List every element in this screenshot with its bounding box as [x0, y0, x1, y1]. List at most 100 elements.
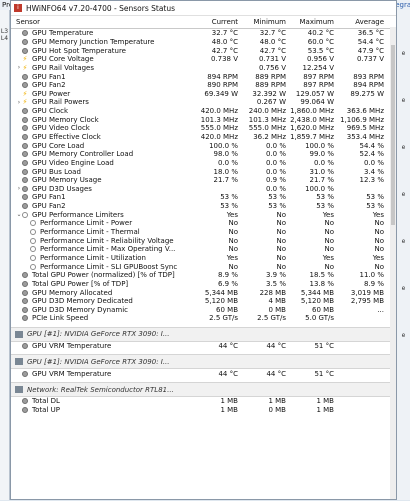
sensor-label: GPU Video Clock [32, 124, 90, 133]
sensor-row[interactable]: GPU Hot Spot Temperature 42.7 °C 42.7 °C 53… [11, 46, 396, 55]
sensor-row[interactable]: Performance Limit - Reliability Voltage N… [11, 236, 396, 245]
value-average: 12.3 % [359, 176, 384, 185]
sensor-row[interactable]: GPU Memory Usage 21.7 % 0.9 % 21.7 % 12.3 % [11, 176, 396, 185]
value-minimum: 555.0 MHz [248, 124, 286, 133]
sensor-icon [22, 142, 28, 149]
value-minimum: 0.0 % [265, 150, 286, 159]
value-average: 36.5 °C [357, 29, 384, 38]
sensor-label: GPU Rail Voltages [32, 63, 95, 72]
value-minimum: 44 °C [266, 369, 286, 378]
sensor-row[interactable]: Total GPU Power [% of TDP] 6.9 % 3.5 % 13.8… [11, 280, 396, 289]
value-current: 2.5 GT/s [209, 314, 238, 323]
sensor-row[interactable]: GPU Effective Clock 420.0 MHz 36.2 MHz 1,85… [11, 133, 396, 142]
header-maximum[interactable]: Maximum [290, 18, 338, 26]
sensor-cell: GPU Clock [11, 107, 194, 115]
value-minimum: 0.0 % [265, 158, 286, 167]
sensor-label: GPU Effective Clock [32, 133, 101, 141]
value-average: 11.0 % [359, 271, 384, 280]
value-maximum: 99.0 % [309, 150, 334, 159]
sensor-row[interactable]: GPU Fan1 53 % 53 % 53 % 53 % [11, 193, 396, 202]
vertical-scrollbar[interactable] [390, 27, 396, 499]
sensor-icon [22, 38, 28, 45]
sensor-row[interactable]: GPU Bus Load 18.0 % 0.0 % 31.0 % 3.4 % [11, 167, 396, 176]
sensor-row[interactable]: GPU Fan2 890 RPM 889 RPM 897 RPM 894 RPM [11, 81, 396, 90]
sensor-row[interactable]: GPU Memory Allocated 5,344 MB 228 MB 5,344 … [11, 288, 396, 297]
value-current: 60 MB [216, 305, 238, 314]
sensor-row[interactable]: Performance Limit - Thermal No No No No [11, 228, 396, 237]
sensor-row[interactable]: GPU Fan1 894 RPM 889 RPM 897 RPM 893 RPM [11, 72, 396, 81]
sensor-row[interactable]: Performance Limit - Power No No No No [11, 219, 396, 228]
sensor-cell: GPU Hot Spot Temperature [11, 47, 194, 55]
sensor-row[interactable]: GPU Video Clock 555.0 MHz 555.0 MHz 1,620.0… [11, 124, 396, 133]
value-average: 969.5 MHz [346, 124, 384, 133]
sensor-row[interactable]: Performance Limit - Utilization Yes No Yes Y… [11, 254, 396, 263]
sensor-row[interactable]: Total GPU Power (normalized) [% of TDP] 8… [11, 271, 396, 280]
sensor-row[interactable]: Total UP 1 MB 0 MB 1 MB [11, 406, 396, 415]
sensor-row[interactable]: Total DL 1 MB 1 MB 1 MB [11, 397, 396, 406]
header-average[interactable]: Average [338, 18, 394, 26]
sensor-group-header[interactable]: GPU [#1]: NVIDIA GeForce RTX 3090: I... [11, 354, 396, 370]
sensor-group-title: GPU [#1]: NVIDIA GeForce RTX 3090: I... [27, 330, 170, 339]
sensor-row[interactable]: GPU Temperature 32.7 °C 32.7 °C 40.2 °C 36.5… [11, 29, 396, 38]
sensor-row[interactable]: PCIe Link Speed 2.5 GT/s 2.5 GT/s 5.0 GT/s [11, 314, 396, 323]
background-letter: e [401, 191, 406, 198]
sensor-icon [22, 289, 28, 296]
value-average: 0.737 V [356, 55, 384, 64]
lightning-icon: ⚡ [22, 55, 28, 64]
lightning-icon: ⚡ [22, 89, 28, 98]
header-minimum[interactable]: Minimum [242, 18, 290, 26]
sensor-row[interactable]: GPU VRM Temperature 44 °C 44 °C 51 °C [11, 369, 396, 378]
sensor-row[interactable]: GPU Memory Controller Load 98.0 % 0.0 % 99.… [11, 150, 396, 159]
sensor-row[interactable]: › GPU D3D Usages 0.0 % 100.0 % [11, 185, 396, 194]
value-maximum: 5,344 MB [300, 288, 334, 297]
value-minimum: 889 RPM [255, 72, 286, 81]
window-title: HWiNFO64 v7.20-4700 - Sensors Status [26, 3, 176, 13]
value-maximum: 18.5 % [309, 271, 334, 280]
sensor-cell: GPU VRM Temperature [11, 342, 194, 350]
sensor-cell: Performance Limit - Utilization [11, 254, 194, 262]
sensor-row[interactable]: ⚡ GPU Power 69.349 W 32.392 W 129.057 W 89.27… [11, 89, 396, 98]
sensor-row[interactable]: Performance Limit - SLI GPUBoost Sync No N… [11, 262, 396, 271]
value-average: 54.4 % [359, 141, 384, 150]
sensor-row[interactable]: GPU VRM Temperature 44 °C 44 °C 51 °C [11, 342, 396, 351]
value-current: 101.3 MHz [200, 115, 238, 124]
sensor-row[interactable]: GPU D3D Memory Dynamic 60 MB 0 MB 60 MB... [11, 306, 396, 315]
sensor-row[interactable]: GPU D3D Memory Dedicated 5,120 MB 4 MB 5,12… [11, 297, 396, 306]
sensor-icon [22, 82, 28, 89]
value-current: 53 % [220, 193, 238, 202]
sensor-group-header[interactable]: Network: RealTek Semiconductor RTL81... [11, 382, 396, 398]
value-average: Yes [372, 210, 384, 219]
value-current: No [228, 219, 238, 228]
sensor-cell: GPU Core Load [11, 142, 194, 150]
header-current[interactable]: Current [194, 18, 242, 26]
sensor-row[interactable]: GPU Clock 420.0 MHz 240.0 MHz 1,860.0 MHz 36… [11, 107, 396, 116]
scrollbar-thumb[interactable] [391, 45, 395, 225]
value-current: 98.0 % [213, 150, 238, 159]
value-average: 8.9 % [363, 279, 384, 288]
sensor-icon [22, 159, 28, 166]
value-minimum: 3.9 % [265, 271, 286, 280]
sensor-row[interactable]: › ⚡ GPU Rail Voltages 0.756 V 12.254 V [11, 64, 396, 73]
value-minimum: 0 MB [268, 305, 286, 314]
value-maximum: 0.0 % [313, 158, 334, 167]
header-sensor[interactable]: Sensor [11, 18, 194, 26]
value-maximum: No [324, 245, 334, 254]
value-minimum: 0.267 W [256, 98, 286, 107]
sensor-row[interactable]: GPU Core Load 100.0 % 0.0 % 100.0 % 54.4 % [11, 141, 396, 150]
value-minimum: No [276, 245, 286, 254]
value-maximum: No [324, 236, 334, 245]
sensor-row[interactable]: GPU Fan2 53 % 53 % 53 % 53 % [11, 202, 396, 211]
value-maximum: 897 RPM [303, 72, 334, 81]
title-bar[interactable]: i HWiNFO64 v7.20-4700 - Sensors Status [11, 1, 396, 16]
sensor-row[interactable]: › ⚡ GPU Rail Powers 0.267 W 99.064 W [11, 98, 396, 107]
sensor-row[interactable]: GPU Memory Junction Temperature 48.0 °C 48… [11, 38, 396, 47]
sensor-row[interactable]: GPU Video Engine Load 0.0 % 0.0 % 0.0 % 0.0 … [11, 159, 396, 168]
sensor-group-header[interactable]: GPU [#1]: NVIDIA GeForce RTX 3090: I... [11, 326, 396, 342]
sensor-row[interactable]: ⚡ GPU Core Voltage 0.738 V 0.731 V 0.956 V 0.… [11, 55, 396, 64]
sensor-icon [22, 306, 28, 313]
sensor-row[interactable]: GPU Memory Clock 101.3 MHz 101.3 MHz 2,438.… [11, 115, 396, 124]
value-average: 47.9 °C [357, 46, 384, 55]
sensor-row[interactable]: Performance Limit - Max Operating V... No… [11, 245, 396, 254]
sensor-row[interactable]: ⌄ GPU Performance Limiters Yes No Yes Yes [11, 210, 396, 219]
value-maximum: 1 MB [316, 397, 334, 406]
